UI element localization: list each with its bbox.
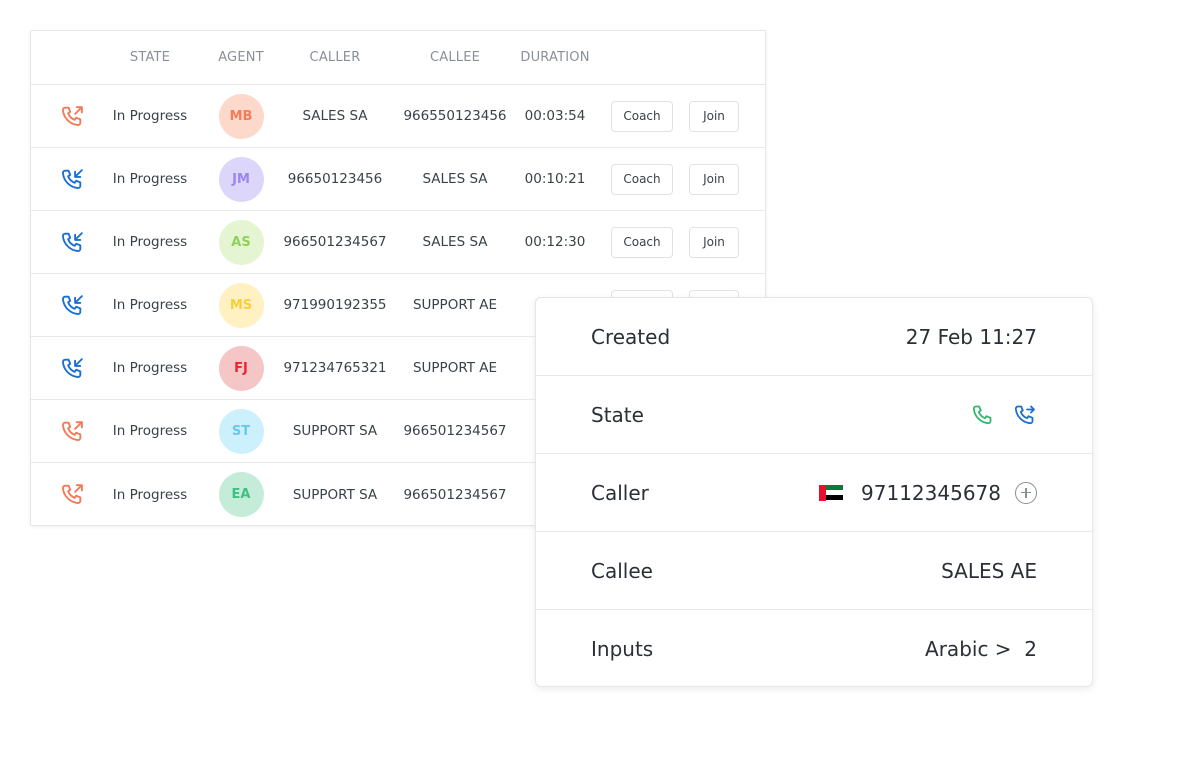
caller-label: Caller (591, 480, 649, 505)
caller-cell: SUPPORT SA (292, 423, 378, 439)
add-contact-plus-icon[interactable] (1015, 481, 1037, 504)
table-header: STATE AGENT CALLER CALLEE DURATION (31, 31, 765, 85)
coach-button[interactable]: Coach (611, 226, 673, 258)
call-state: In Progress (112, 108, 188, 124)
caller-value: 97112345678 (861, 480, 1001, 505)
agent-avatar: MB (218, 93, 264, 139)
caller-cell: 971234765321 (283, 360, 387, 376)
call-detail-card: Created 27 Feb 11:27 State Caller 971123… (535, 297, 1093, 687)
incoming-call-icon (31, 356, 93, 381)
join-button[interactable]: Join (689, 100, 739, 132)
callee-cell: 966501234567 (403, 423, 507, 439)
agent-avatar: FJ (218, 345, 264, 391)
callee-cell: SALES SA (422, 171, 488, 187)
caller-cell: 971990192355 (283, 297, 387, 313)
inputs-label: Inputs (591, 637, 654, 661)
incoming-call-icon (31, 293, 93, 318)
join-button[interactable]: Join (689, 163, 739, 195)
table-row[interactable]: In Progress JM 96650123456 SALES SA 00:10:21… (31, 148, 765, 211)
detail-row-caller: Caller 97112345678 (536, 454, 1092, 532)
call-state: In Progress (112, 297, 188, 313)
caller-cell: SUPPORT SA (292, 486, 378, 503)
duration-cell: 00:03:54 (524, 108, 586, 124)
call-state: In Progress (112, 423, 188, 439)
header-caller: CALLER (309, 50, 361, 65)
call-state: In Progress (112, 360, 188, 376)
call-state: In Progress (112, 171, 188, 187)
callee-cell: SALES SA (422, 234, 488, 250)
callee-cell: SUPPORT AE (412, 297, 498, 313)
agent-avatar: JM (218, 156, 264, 202)
outgoing-call-icon (31, 419, 93, 444)
state-label: State (591, 402, 644, 427)
duration-cell: 00:12:30 (524, 234, 586, 250)
outgoing-call-icon (31, 482, 93, 507)
created-label: Created (591, 324, 671, 349)
outgoing-call-icon (31, 104, 93, 129)
callee-cell: 966501234567 (403, 486, 507, 503)
agent-avatar: EA (218, 472, 264, 517)
detail-row-state: State (536, 376, 1092, 454)
coach-button[interactable]: Coach (611, 163, 673, 195)
table-row[interactable]: In Progress AS 966501234567 SALES SA 00:12:3… (31, 211, 765, 274)
caller-cell: 96650123456 (287, 171, 383, 187)
coach-button[interactable]: Coach (611, 100, 673, 132)
detail-row-callee: Callee SALES AE (536, 532, 1092, 610)
uae-flag-icon (819, 484, 844, 501)
detail-row-created: Created 27 Feb 11:27 (536, 298, 1092, 376)
callee-cell: SUPPORT AE (412, 360, 498, 376)
header-callee: CALLEE (429, 50, 481, 65)
agent-avatar: MS (218, 282, 264, 328)
table-row[interactable]: In Progress MB SALES SA 966550123456 00:03:5… (31, 85, 765, 148)
inputs-value: Arabic > 2 (925, 637, 1037, 661)
active-call-icon (971, 403, 995, 427)
agent-avatar: AS (218, 219, 264, 265)
header-agent: AGENT (218, 50, 264, 65)
callee-value: SALES AE (941, 558, 1037, 583)
caller-cell: SALES SA (302, 108, 368, 124)
created-value: 27 Feb 11:27 (905, 324, 1037, 349)
detail-row-inputs: Inputs Arabic > 2 (536, 610, 1092, 688)
call-transfer-icon (1013, 403, 1037, 427)
agent-avatar: ST (218, 408, 264, 454)
callee-cell: 966550123456 (403, 108, 507, 124)
header-state: STATE (129, 50, 171, 65)
call-state: In Progress (112, 234, 188, 250)
header-duration: DURATION (520, 50, 590, 65)
caller-cell: 966501234567 (283, 234, 387, 250)
callee-label: Callee (591, 558, 653, 583)
incoming-call-icon (31, 230, 93, 255)
join-button[interactable]: Join (689, 226, 739, 258)
incoming-call-icon (31, 167, 93, 192)
duration-cell: 00:10:21 (524, 171, 586, 187)
call-state: In Progress (112, 486, 188, 503)
